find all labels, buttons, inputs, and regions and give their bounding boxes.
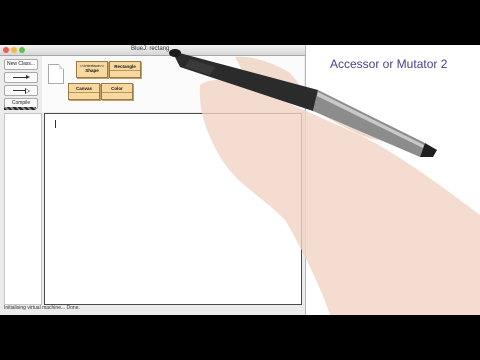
zoom-window-icon[interactable] — [19, 47, 25, 53]
inherits-arrow-button[interactable] — [4, 85, 38, 96]
class-shape[interactable]: <<interface>> Shape — [76, 61, 108, 78]
video-frame: BlueJ: rectang New Class... Compile <<in… — [0, 45, 480, 315]
vm-activity-indicator — [4, 107, 36, 110]
minimize-window-icon[interactable] — [11, 47, 17, 53]
class-name: Color — [111, 86, 123, 91]
class-name: Canvas — [75, 86, 92, 91]
class-rectangle[interactable]: Rectangle — [109, 61, 141, 78]
class-diagram: <<interface>> Shape Rectangle Canvas Col… — [42, 56, 304, 112]
class-canvas[interactable]: Canvas — [68, 83, 100, 100]
close-window-icon[interactable] — [3, 47, 9, 53]
class-color[interactable]: Color — [101, 83, 133, 100]
code-pad-area[interactable] — [44, 113, 302, 305]
title-bar: BlueJ: rectang — [0, 45, 305, 56]
text-caret — [55, 120, 56, 128]
bluej-window: BlueJ: rectang New Class... Compile <<in… — [0, 45, 306, 315]
new-class-button[interactable]: New Class... — [4, 59, 38, 70]
readme-note-icon[interactable] — [48, 64, 64, 84]
object-bench-panel — [4, 113, 42, 305]
uses-arrow-button[interactable] — [4, 72, 38, 83]
class-name: Shape — [85, 68, 99, 73]
class-name: Rectangle — [114, 64, 136, 69]
window-title: BlueJ: rectang — [131, 46, 170, 52]
status-bar: Initialising virtual machine... Done. — [4, 305, 80, 311]
lesson-title: Accessor or Mutator 2 — [330, 57, 448, 71]
